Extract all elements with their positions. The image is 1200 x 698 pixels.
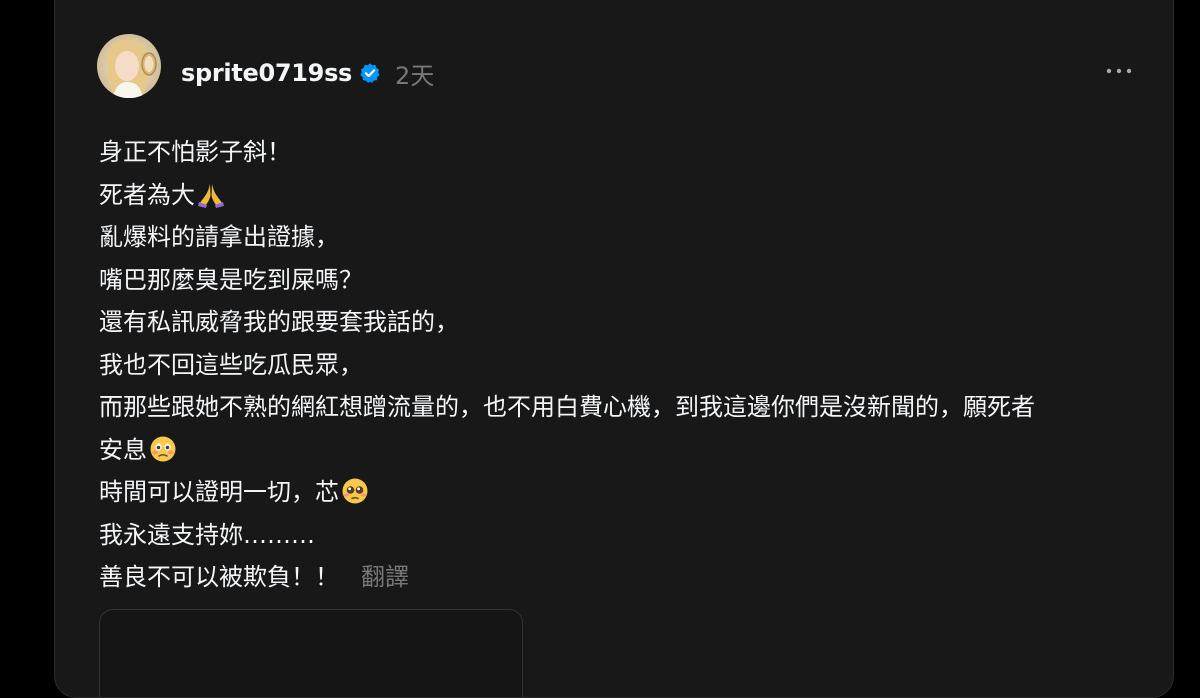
translate-link[interactable]: 翻譯 xyxy=(361,563,409,591)
post-line: 我也不回這些吃瓜民眾， xyxy=(99,344,1139,387)
post-line-text: 我也不回這些吃瓜民眾， xyxy=(99,350,363,379)
post-line: 身正不怕影子斜！ xyxy=(99,131,1139,174)
verified-badge-icon xyxy=(359,62,381,84)
pleading-face-emoji-icon xyxy=(341,476,369,519)
post-timestamp: 2天 xyxy=(395,61,435,90)
ellipsis-icon xyxy=(1106,68,1132,74)
post-body: 身正不怕影子斜！ 死者為大 亂爆料的請拿出證據， 嘴巴那麼臭是吃到屎嗎？ 還有私… xyxy=(99,131,1139,599)
post-line-text: 身正不怕影子斜！ xyxy=(99,138,291,166)
post-line-text: 還有私訊威脅我的跟要套我話的， xyxy=(99,308,459,336)
post-line: 嘴巴那麼臭是吃到屎嗎？ xyxy=(99,259,1139,302)
folded-hands-emoji-icon xyxy=(197,179,225,222)
flushed-sad-emoji-icon xyxy=(149,434,177,477)
username[interactable]: sprite0719ss xyxy=(181,59,352,87)
post-header: sprite0719ss 2天 xyxy=(181,53,434,93)
avatar[interactable] xyxy=(97,34,161,98)
post-line: 亂爆料的請拿出證據， xyxy=(99,216,1139,259)
post-line-text: 亂爆料的請拿出證據， xyxy=(99,223,339,251)
post-line: 死者為大 xyxy=(99,174,1139,217)
post-line-text: 善良不可以被欺負！！ xyxy=(99,563,339,591)
post-line: 而那些跟她不熟的網紅想蹭流量的，也不用白費心機，到我這邊你們是沒新聞的，願死者 xyxy=(99,386,1139,429)
post-line: 還有私訊威脅我的跟要套我話的， xyxy=(99,301,1139,344)
post-card: sprite0719ss 2天 身正不怕影子斜！ 死者為大 亂爆料的請拿出證據，… xyxy=(54,0,1174,698)
post-line-text: 而那些跟她不熟的網紅想蹭流量的，也不用白費心機，到我這邊你們是沒新聞的，願死者 xyxy=(99,393,1035,421)
more-options-button[interactable] xyxy=(1105,59,1133,83)
post-line: 善良不可以被欺負！！ 翻譯 xyxy=(99,556,1139,599)
post-line-text: 我永遠支持妳……… xyxy=(99,520,315,549)
post-line-text: 死者為大 xyxy=(99,180,195,209)
post-line-text: 時間可以證明一切，芯 xyxy=(99,478,339,506)
post-line-text: 安息 xyxy=(99,435,147,464)
post-line: 我永遠支持妳……… xyxy=(99,514,1139,557)
post-line: 安息 xyxy=(99,429,1139,472)
attached-media[interactable] xyxy=(99,609,523,697)
post-line: 時間可以證明一切，芯 xyxy=(99,471,1139,514)
post-line-text: 嘴巴那麼臭是吃到屎嗎？ xyxy=(99,265,363,294)
